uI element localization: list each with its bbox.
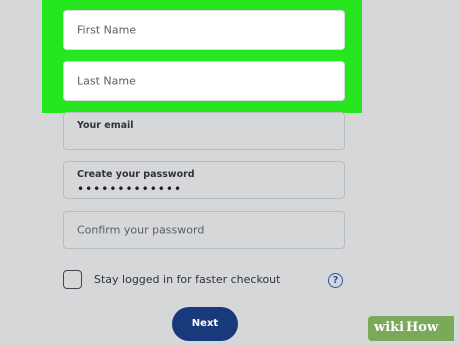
email-label: Your email bbox=[77, 120, 134, 131]
watermark-wiki-text: wiki bbox=[374, 320, 405, 335]
stay-logged-in-checkbox[interactable] bbox=[63, 270, 82, 289]
password-label: Create your password bbox=[77, 169, 195, 180]
first-name-field[interactable]: First Name bbox=[63, 10, 345, 50]
confirm-password-placeholder: Confirm your password bbox=[77, 223, 205, 237]
password-field[interactable]: Create your password ••••••••••••• bbox=[63, 161, 345, 199]
watermark-how-text: How bbox=[406, 320, 439, 335]
next-button[interactable]: Next bbox=[172, 307, 238, 341]
stay-logged-in-label[interactable]: Stay logged in for faster checkout bbox=[94, 273, 280, 286]
last-name-placeholder: Last Name bbox=[77, 74, 136, 88]
last-name-field[interactable]: Last Name bbox=[63, 61, 345, 101]
password-value: ••••••••••••• bbox=[77, 182, 183, 196]
wikihow-watermark: wiki How bbox=[368, 316, 454, 341]
first-name-placeholder: First Name bbox=[77, 23, 137, 37]
help-icon[interactable]: ? bbox=[328, 273, 343, 288]
confirm-password-field[interactable]: Confirm your password bbox=[63, 211, 345, 249]
email-field[interactable]: Your email bbox=[63, 112, 345, 150]
